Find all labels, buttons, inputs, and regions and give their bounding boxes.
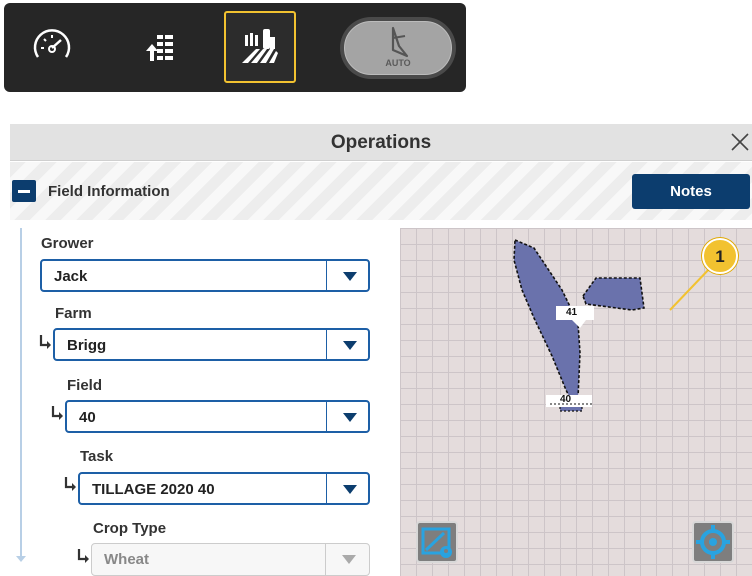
elbow-arrow-icon <box>51 406 63 420</box>
grower-select[interactable]: Jack <box>40 259 370 292</box>
callout-number: 1 <box>715 247 725 266</box>
farm-value: Brigg <box>67 337 107 354</box>
edit-boundary-button[interactable] <box>416 521 458 563</box>
field-information-label: Field Information <box>48 183 170 200</box>
elbow-arrow-icon <box>77 549 89 563</box>
field-operations-button[interactable] <box>224 11 296 83</box>
farm-select-divider <box>326 330 327 359</box>
task-label: Task <box>80 448 114 465</box>
farm-select[interactable]: Brigg <box>53 328 370 361</box>
notes-button[interactable]: Notes <box>632 174 750 209</box>
layers-upload-icon <box>146 35 173 61</box>
field-select-divider <box>326 402 327 431</box>
crop-type-select-divider <box>325 544 326 575</box>
auto-steer-button[interactable]: AUTO <box>340 17 456 79</box>
chevron-down-icon <box>343 341 357 350</box>
speedometer-icon <box>33 29 71 58</box>
elbow-arrow-icon <box>64 477 76 491</box>
field-neighbor-boundary <box>582 277 645 311</box>
locate-icon <box>696 525 730 559</box>
auto-steer-icon <box>391 26 409 58</box>
auto-steer-inner: AUTO <box>344 21 452 75</box>
task-select[interactable]: TILLAGE 2020 40 <box>78 472 370 505</box>
grower-label: Grower <box>41 235 94 252</box>
scroll-rail <box>20 228 22 560</box>
collapse-section-button[interactable] <box>12 180 36 202</box>
chevron-down-icon <box>343 413 357 422</box>
crop-type-label: Crop Type <box>93 520 167 537</box>
field-value: 40 <box>79 409 96 426</box>
crop-type-value: Wheat <box>104 551 149 568</box>
layers-upload-button[interactable] <box>122 11 194 83</box>
dialog-title: Operations <box>330 132 432 153</box>
chevron-down-icon <box>343 272 357 281</box>
chevron-down-icon <box>343 485 357 494</box>
field-information-bar: Field Information Notes <box>10 162 752 220</box>
edit-boundary-icon <box>421 527 452 558</box>
grower-select-divider <box>326 261 327 290</box>
callout-badge: 1 <box>702 238 738 274</box>
grower-value: Jack <box>54 268 88 285</box>
elbow-arrow-icon <box>39 335 51 349</box>
field-map[interactable]: 41 40 1 <box>400 228 752 576</box>
task-value: TILLAGE 2020 40 <box>92 481 215 498</box>
scroll-down-arrow <box>16 556 26 562</box>
screen: AUTO Operations Field Information Notes … <box>0 0 752 576</box>
crop-type-select: Wheat <box>91 543 370 576</box>
callout-leader-line <box>669 265 713 311</box>
field-operations-icon <box>242 29 278 63</box>
farm-label: Farm <box>55 305 92 322</box>
close-icon <box>731 133 749 151</box>
field-label: Field <box>67 377 103 394</box>
close-button[interactable] <box>726 128 752 156</box>
speedometer-button[interactable] <box>16 11 88 83</box>
field-select[interactable]: 40 <box>65 400 370 433</box>
field-label-41: 41 <box>566 307 578 318</box>
chevron-down-icon <box>342 555 356 564</box>
field-41-boundary <box>513 238 581 404</box>
top-toolbar: AUTO <box>4 3 466 92</box>
field-label-40: 40 <box>560 394 572 405</box>
operations-header: Operations <box>10 124 752 161</box>
task-select-divider <box>326 474 327 503</box>
locate-button[interactable] <box>692 521 734 563</box>
auto-label: AUTO <box>385 58 411 68</box>
